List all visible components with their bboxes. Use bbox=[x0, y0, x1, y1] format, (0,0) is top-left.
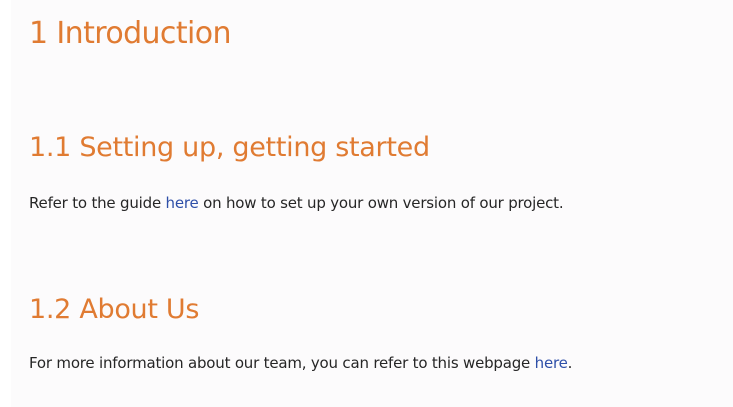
paragraph-text: on how to set up your own version of our… bbox=[198, 194, 564, 212]
guide-link[interactable]: here bbox=[166, 194, 199, 212]
paragraph-text: . bbox=[567, 354, 573, 372]
paragraph-text: For more information about our team, you… bbox=[29, 354, 535, 372]
document-page: 1 Introduction 1.1 Setting up, getting s… bbox=[11, 0, 733, 407]
page-title: 1 Introduction bbox=[29, 16, 232, 51]
paragraph-text: Refer to the guide bbox=[29, 194, 166, 212]
section-paragraph-setting-up: Refer to the guide here on how to set up… bbox=[29, 192, 564, 214]
section-paragraph-about-us: For more information about our team, you… bbox=[29, 352, 572, 374]
section-heading-setting-up: 1.1 Setting up, getting started bbox=[29, 132, 430, 163]
team-webpage-link[interactable]: here bbox=[535, 354, 568, 372]
section-heading-about-us: 1.2 About Us bbox=[29, 294, 200, 325]
